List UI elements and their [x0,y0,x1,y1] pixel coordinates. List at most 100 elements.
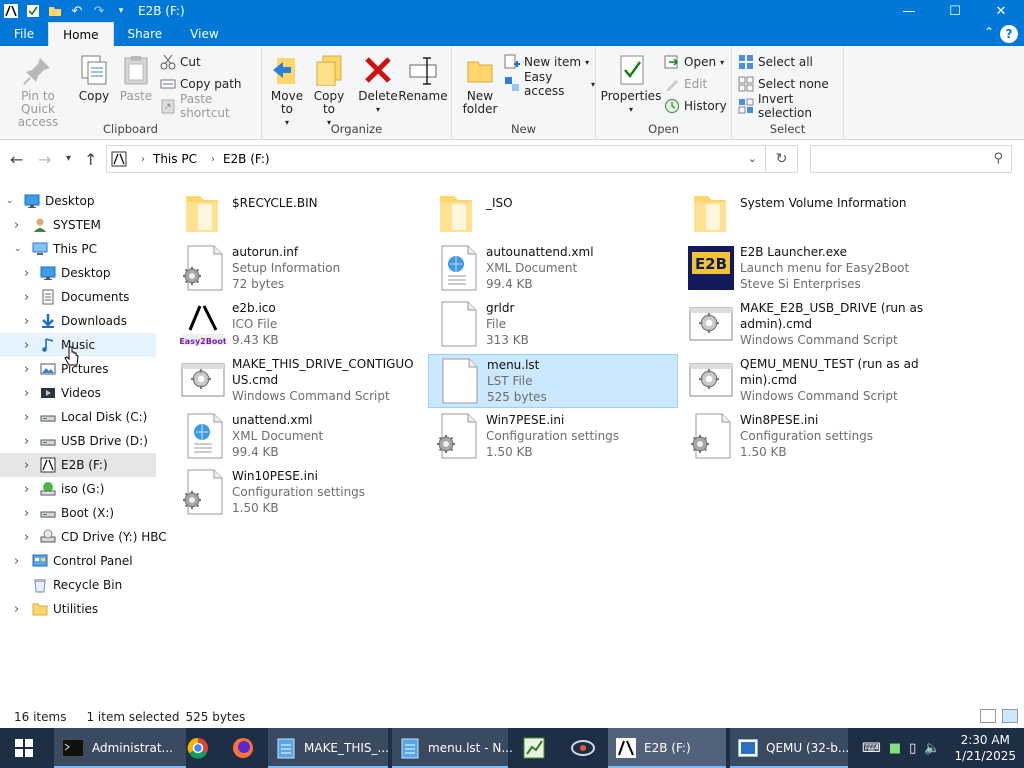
nav-item-cd-drive-y-hbc[interactable]: › CD Drive (Y:) HBC [0,525,167,549]
e2b-app-icon[interactable] [2,2,20,20]
nav-item-videos[interactable]: › Videos [0,381,156,405]
details-view-icon[interactable] [980,709,996,723]
taskbar-button[interactable]: MAKE_THIS_... [268,728,389,768]
move-to-button[interactable]: Move to ▾ [268,54,306,129]
copy-button[interactable]: Copy [74,54,114,103]
nav-item-desktop[interactable]: › Desktop [0,261,156,285]
file-item[interactable]: $RECYCLE.BIN [174,186,424,240]
breadcrumb-separator-icon[interactable]: › [211,154,215,165]
file-item[interactable]: menu.lst LST File 525 bytes [428,354,678,408]
up-button[interactable]: ↑ [84,150,97,169]
large-icons-view-icon[interactable] [1002,709,1018,723]
nav-item-desktop[interactable]: ⌄ Desktop [0,189,156,213]
tab-view[interactable]: View [176,22,232,46]
tab-share[interactable]: Share [114,22,177,46]
file-item[interactable]: Win8PESE.ini Configuration settings 1.50 K… [682,410,932,464]
customize-qat-icon[interactable]: ▾ [112,2,130,20]
properties-button[interactable]: Properties ▾ [601,54,661,116]
clock[interactable]: 2:30 AM 1/21/2025 [954,732,1016,764]
nav-item-recycle-bin[interactable]: Recycle Bin [0,573,156,597]
easy-access-button[interactable]: Easy access ▾ [504,70,595,98]
expand-arrow-icon[interactable]: › [24,290,29,305]
tab-file[interactable]: File [0,22,48,46]
taskbar-button[interactable]: menu.lst - N... [392,728,513,768]
expand-arrow-icon[interactable]: › [24,362,29,377]
nav-item-documents[interactable]: › Documents [0,285,156,309]
minimize-button[interactable]: — [886,0,932,22]
undo-icon[interactable]: ↶ [68,2,86,20]
nav-item-control-panel[interactable]: › Control Panel [0,549,156,573]
expand-arrow-icon[interactable]: › [14,602,19,617]
expand-arrow-icon[interactable]: › [24,386,29,401]
new-item-button[interactable]: New item ▾ [504,52,589,72]
select-none-button[interactable]: Select none [738,74,829,94]
file-item[interactable]: autounattend.xml XML Document 99.4 KB [428,242,678,296]
expand-arrow-icon[interactable]: › [24,530,29,545]
expand-arrow-icon[interactable]: › [24,410,29,425]
file-item[interactable]: autorun.inf Setup Information 72 bytes [174,242,424,296]
paste-shortcut-button[interactable]: Paste shortcut [160,92,261,120]
expand-arrow-icon[interactable]: › [24,458,29,473]
history-button[interactable]: History [664,96,727,116]
delete-button[interactable]: Delete ▾ [358,54,398,116]
usb-tray-icon[interactable]: ▯ [909,741,916,756]
paste-button[interactable]: Paste [116,54,156,103]
taskbar-button[interactable]: QEMU (32-b... [730,728,849,768]
breadcrumb-this-pc[interactable]: This PC [153,152,197,166]
close-button[interactable]: ✕ [978,0,1024,22]
file-item[interactable]: QEMU_MENU_TEST (run as admin).cmd Windows… [682,354,932,408]
nav-item-system[interactable]: › SYSTEM [0,213,156,237]
file-item[interactable]: Easy2Boot e2b.ico ICO File 9.43 KB [174,298,424,352]
breadcrumb-e2b-drive[interactable]: E2B (F:) [223,152,270,166]
taskbar-button[interactable] [176,728,220,768]
file-item[interactable]: _ISO [428,186,678,240]
file-item[interactable]: MAKE_E2B_USB_DRIVE (run as admin).cmd Win… [682,298,932,352]
file-item[interactable]: grldr File 313 KB [428,298,678,352]
recent-locations-button[interactable]: ▾ [66,153,71,164]
taskbar-button[interactable]: E2B (F:) [608,728,726,768]
nav-item-local-disk-c[interactable]: › Local Disk (C:) [0,405,156,429]
taskbar-button[interactable]: Administrat... [54,728,186,768]
search-input[interactable]: ⚲ [810,145,1012,173]
breadcrumb-separator-icon[interactable]: › [141,154,145,165]
taskbar-button[interactable] [560,728,606,768]
tab-home[interactable]: Home [48,22,114,46]
pin-to-quick-access-button[interactable]: Pin to Quick access [6,54,70,129]
forward-button[interactable]: → [38,150,51,169]
address-bar[interactable]: › This PC › E2B (F:) ⌄ [106,145,766,173]
expand-arrow-icon[interactable]: › [24,434,29,449]
collapse-arrow-icon[interactable]: ⌄ [14,244,22,254]
rename-button[interactable]: Rename [398,54,448,103]
file-item[interactable]: unattend.xml XML Document 99.4 KB [174,410,424,464]
nav-item-usb-drive-d[interactable]: › USB Drive (D:) [0,429,156,453]
new-folder-qat-icon[interactable] [46,2,64,20]
properties-qat-icon[interactable] [24,2,42,20]
back-button[interactable]: ← [10,150,23,169]
select-all-button[interactable]: Select all [738,52,813,72]
nav-item-iso-g[interactable]: › iso (G:) [0,477,156,501]
file-item[interactable]: E2B E2B Launcher.exe Launch menu for Easy2… [682,242,932,296]
help-icon[interactable]: ? [1000,25,1018,43]
taskbar-button[interactable] [222,728,264,768]
maximize-button[interactable]: ☐ [932,0,978,22]
expand-arrow-icon[interactable]: › [24,266,29,281]
edit-button[interactable]: Edit [664,74,707,94]
expand-arrow-icon[interactable]: › [14,218,19,233]
nav-item-downloads[interactable]: › Downloads [0,309,156,333]
network-tray-icon[interactable]: ⌨ [862,741,881,756]
nav-item-this-pc[interactable]: ⌄ This PC [0,237,156,261]
expand-arrow-icon[interactable]: › [24,338,29,353]
collapse-ribbon-icon[interactable]: ⌃ [984,25,994,39]
address-dropdown-icon[interactable]: ⌄ [748,152,757,165]
nav-item-boot-x[interactable]: › Boot (X:) [0,501,156,525]
nav-item-e2b-f[interactable]: › E2B (F:) [0,453,156,477]
new-folder-button[interactable]: New folder [460,54,500,116]
color-tray-icon[interactable]: ■ [889,741,901,756]
expand-arrow-icon[interactable]: › [24,314,29,329]
collapse-arrow-icon[interactable]: ⌄ [6,196,14,206]
file-item[interactable]: System Volume Information [682,186,932,240]
cut-button[interactable]: Cut [160,52,201,72]
file-item[interactable]: MAKE_THIS_DRIVE_CONTIGUOUS.cmd Windows Co… [174,354,424,408]
expand-arrow-icon[interactable]: › [14,554,19,569]
sound-tray-icon[interactable]: 🔈 [924,741,940,756]
